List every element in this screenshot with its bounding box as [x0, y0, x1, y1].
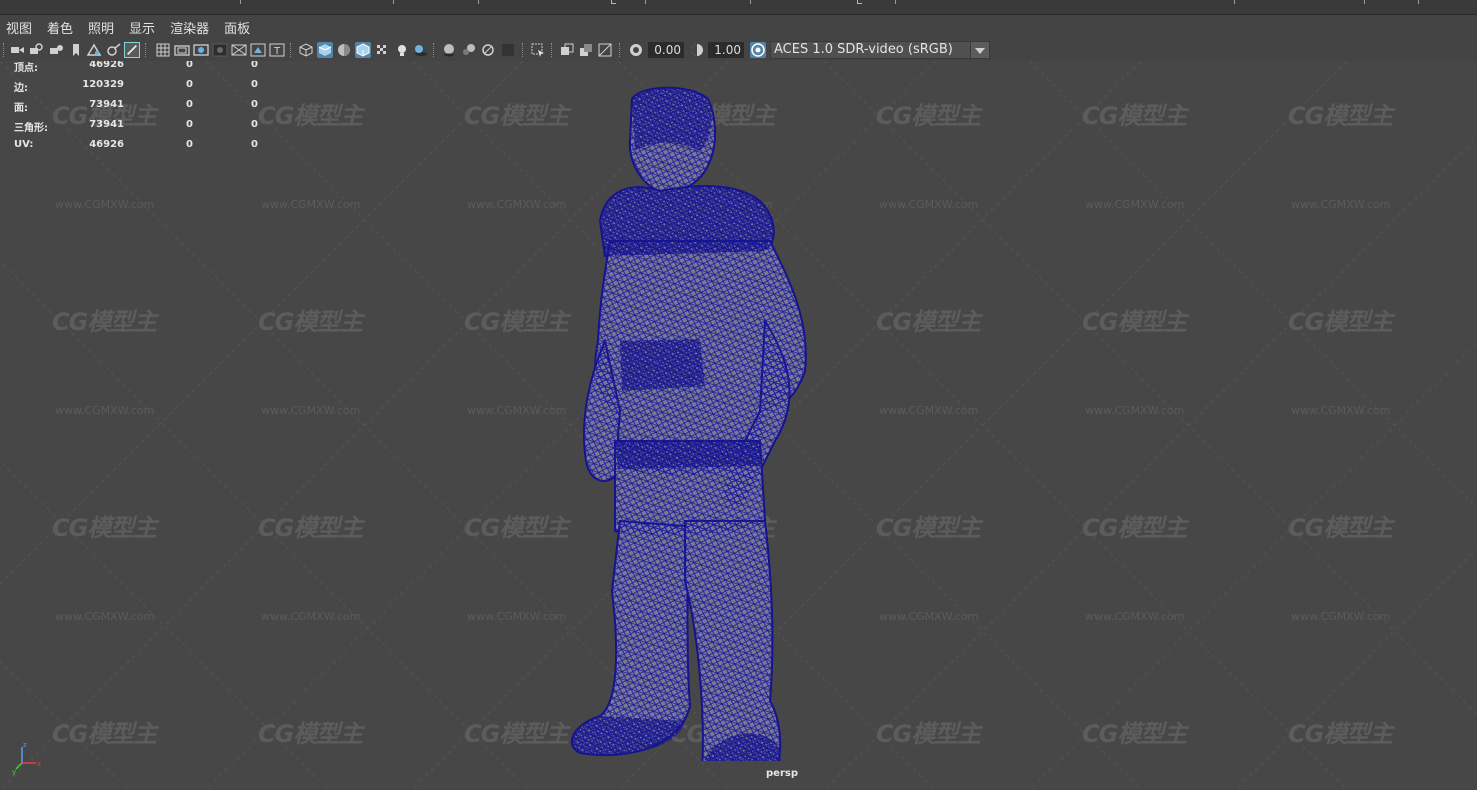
color-space-label: ACES 1.0 SDR-video (sRGB): [774, 42, 953, 57]
axis-gizmo-icon: z x y: [12, 741, 41, 776]
toolbar-separator: [551, 43, 554, 57]
menu-lighting[interactable]: 照明: [88, 18, 114, 37]
viewport-3d[interactable]: CG模型主 www.CGMXW.com CG模型主 www.CGMXW.com CG模型…: [0, 61, 1477, 790]
menu-shading[interactable]: 着色: [47, 18, 73, 37]
gamma-field[interactable]: 1.00: [708, 42, 744, 58]
hud-value-total: 46926: [89, 139, 124, 150]
hud-value-selected: 0: [186, 79, 193, 90]
menu-renderer[interactable]: 渲染器: [170, 18, 209, 37]
hud-value-triangles: 0: [251, 61, 258, 70]
hud-label: 面:: [14, 103, 28, 114]
timeline-marker: [611, 0, 616, 4]
gate-mask-icon[interactable]: [212, 42, 228, 58]
timeline-tick: [1418, 0, 1419, 4]
exposure-icon[interactable]: [628, 42, 644, 58]
color-management-icon[interactable]: [750, 42, 766, 58]
hud-value-total: 73941: [89, 99, 124, 110]
hud-value-total: 73941: [89, 119, 124, 130]
2d-pan-zoom-icon[interactable]: [106, 42, 122, 58]
timeline-tick: [240, 0, 241, 4]
character-wireframe-mesh[interactable]: [560, 81, 820, 761]
toolbar-separator: [433, 43, 436, 57]
xray-joints-icon[interactable]: [559, 42, 575, 58]
camera-lock-icon[interactable]: [28, 42, 44, 58]
toolbar-separator: [145, 43, 148, 57]
hud-value-triangles: 0: [251, 79, 258, 90]
svg-text:T: T: [273, 46, 281, 57]
toolbar-separator: [290, 43, 293, 57]
hud-value-selected: 0: [186, 99, 193, 110]
hud-value-selected: 0: [186, 61, 193, 70]
film-gate-icon[interactable]: [174, 42, 190, 58]
menu-view[interactable]: 视图: [6, 18, 32, 37]
depth-of-field-icon[interactable]: [500, 42, 516, 58]
motion-blur-icon[interactable]: [461, 42, 477, 58]
use-all-lights-icon[interactable]: [394, 42, 410, 58]
timeline-tick: [1234, 0, 1235, 4]
hud-row-uvs: UV: 46926 0 0: [0, 139, 270, 153]
bookmark-icon[interactable]: [68, 42, 84, 58]
isolate-select-icon[interactable]: [530, 42, 546, 58]
menu-show[interactable]: 显示: [129, 18, 155, 37]
exposure-field[interactable]: 0.00: [648, 42, 684, 58]
hud-row-vertices: 顶点: 46926 0 0: [0, 61, 270, 74]
gamma-icon[interactable]: [689, 42, 705, 58]
hud-label: 边:: [14, 83, 28, 94]
grid-icon[interactable]: [155, 42, 171, 58]
timeline-tick: [895, 0, 896, 4]
toolbar-separator: [619, 43, 622, 57]
timeline-strip: [0, 0, 1477, 15]
xray-icon[interactable]: [374, 42, 390, 58]
color-space-dropdown[interactable]: ACES 1.0 SDR-video (sRGB): [770, 41, 990, 59]
hud-value-total: 46926: [89, 61, 124, 70]
hud-value-triangles: 0: [251, 139, 258, 150]
timeline-tick: [393, 0, 394, 4]
menu-panels[interactable]: 面板: [224, 18, 250, 37]
backface-cull-icon[interactable]: [597, 42, 613, 58]
safe-action-icon[interactable]: [250, 42, 266, 58]
timeline-marker: [857, 0, 862, 4]
svg-text:y: y: [12, 768, 16, 776]
hud-label: 三角形:: [14, 123, 48, 134]
svg-text:z: z: [23, 741, 27, 749]
camera-name-label: persp: [766, 768, 798, 779]
panel-menu-bar: 视图 着色 照明 显示 渲染器 面板: [0, 15, 1477, 39]
timeline-tick: [645, 0, 646, 4]
panel-toolbar: T 0.00 1.00 ACES 1.0 SDR-video (sRGB): [0, 39, 1477, 61]
timeline-tick: [478, 0, 479, 4]
camera-select-icon[interactable]: [9, 42, 25, 58]
hud-label: UV:: [14, 139, 34, 150]
xray-active-icon[interactable]: [578, 42, 594, 58]
hud-label: 顶点:: [14, 63, 38, 74]
default-material-icon[interactable]: [336, 42, 352, 58]
toolbar-separator: [522, 43, 525, 57]
shadows-icon[interactable]: [412, 42, 428, 58]
hud-value-triangles: 0: [251, 99, 258, 110]
hud-value-selected: 0: [186, 139, 193, 150]
hud-row-triangles: 三角形: 73941 0 0: [0, 119, 270, 134]
camera-attributes-icon[interactable]: [48, 42, 64, 58]
field-chart-icon[interactable]: [231, 42, 247, 58]
wireframe-on-shaded-icon[interactable]: [355, 42, 371, 58]
image-plane-icon[interactable]: [86, 42, 102, 58]
hud-value-triangles: 0: [251, 119, 258, 130]
hud-row-faces: 面: 73941 0 0: [0, 99, 270, 114]
hud-row-edges: 边: 120329 0 0: [0, 79, 270, 94]
timeline-tick: [750, 0, 751, 4]
svg-text:x: x: [37, 760, 41, 768]
resolution-gate-icon[interactable]: [193, 42, 209, 58]
smooth-shade-icon[interactable]: [317, 42, 333, 58]
wireframe-icon[interactable]: [298, 42, 314, 58]
hud-value-total: 120329: [82, 79, 124, 90]
safe-title-icon[interactable]: T: [269, 42, 285, 58]
hud-value-selected: 0: [186, 119, 193, 130]
timeline-tick: [1364, 0, 1365, 4]
grease-pencil-icon[interactable]: [124, 42, 140, 58]
screen-space-ao-icon[interactable]: [441, 42, 457, 58]
anti-aliasing-icon[interactable]: [480, 42, 496, 58]
chevron-down-icon[interactable]: [970, 42, 989, 58]
toolbar-separator: [3, 43, 6, 57]
